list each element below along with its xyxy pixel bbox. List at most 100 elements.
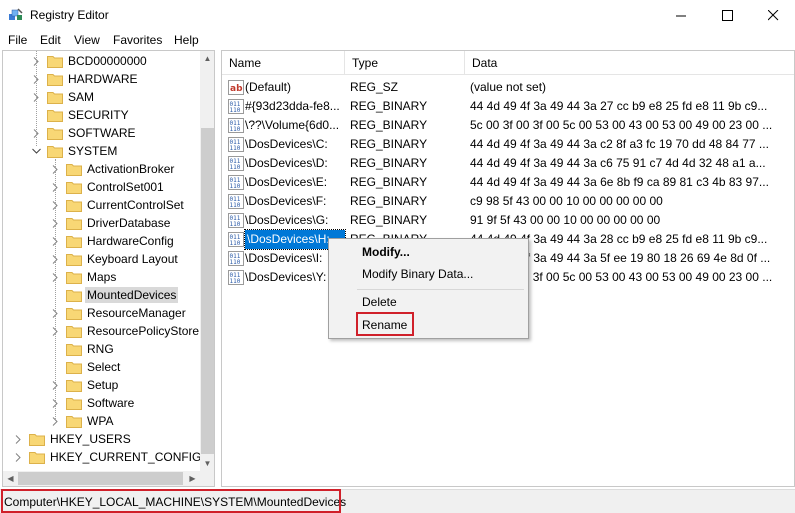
- tree-item[interactable]: WPA: [50, 412, 115, 430]
- value-type: REG_BINARY: [350, 175, 428, 189]
- tree-item[interactable]: HardwareConfig: [50, 232, 176, 250]
- svg-text:110: 110: [230, 202, 241, 209]
- folder-icon: [66, 181, 82, 194]
- tree-item-label: RNG: [87, 342, 114, 356]
- rename-highlight-box: [356, 312, 414, 336]
- folder-icon: [47, 73, 63, 86]
- context-menu-delete[interactable]: Delete: [362, 292, 397, 312]
- value-row[interactable]: 011 110 #{93d23dda-fe8... REG_BINARY 44 4d 4…: [222, 97, 794, 116]
- folder-icon: [47, 55, 63, 68]
- menu-view[interactable]: View: [74, 33, 100, 47]
- tree-item-label: Select: [87, 360, 121, 374]
- tree-item[interactable]: HKEY_USERS: [13, 430, 133, 448]
- binary-value-icon: 011110: [228, 213, 244, 228]
- tree-vertical-scrollbar[interactable]: ▲ ▼: [200, 51, 214, 471]
- folder-icon: [47, 145, 63, 158]
- tree-item[interactable]: ResourcePolicyStore: [50, 322, 201, 340]
- value-name: \DosDevices\D:: [245, 156, 328, 170]
- scroll-left-arrow-icon[interactable]: ◀: [3, 471, 18, 486]
- tree-item[interactable]: ControlSet001: [50, 178, 166, 196]
- column-header-type[interactable]: Type: [345, 51, 465, 75]
- tree-item-label: DriverDatabase: [87, 216, 171, 230]
- binary-value-icon: 011110: [228, 99, 244, 114]
- tree-item[interactable]: ActivationBroker: [50, 160, 176, 178]
- value-row[interactable]: 011 110 \DosDevices\E: REG_BINARY 44 4d 49 4…: [222, 173, 794, 192]
- tree-item[interactable]: HKEY_CURRENT_CONFIG: [13, 448, 203, 466]
- value-name: \DosDevices\F:: [245, 194, 327, 208]
- tree-item-label: Keyboard Layout: [87, 252, 178, 266]
- value-row[interactable]: ab (Default) REG_SZ (value not set): [222, 78, 794, 97]
- folder-icon: [47, 91, 63, 104]
- tree-item[interactable]: HARDWARE: [31, 70, 140, 88]
- menu-favorites[interactable]: Favorites: [113, 33, 162, 47]
- tree-item-label: WPA: [87, 414, 114, 428]
- tree-item-label: Software: [87, 396, 135, 410]
- tree-item-label: SOFTWARE: [68, 126, 136, 140]
- key-tree-pane[interactable]: HKEY_CURRENT_CONFIG HKEY_USERS WPA Software…: [2, 50, 215, 487]
- tree-item[interactable]: CurrentControlSet: [50, 196, 186, 214]
- svg-text:110: 110: [230, 259, 241, 266]
- close-button[interactable]: [750, 0, 795, 30]
- binary-value-icon: 011110: [228, 232, 244, 247]
- tree-item[interactable]: MountedDevices: [50, 286, 179, 304]
- binary-value-icon: 011110: [228, 251, 244, 266]
- folder-icon: [66, 235, 82, 248]
- value-data: 91 9f 5f 43 00 00 10 00 00 00 00 00: [470, 213, 661, 227]
- column-header-name[interactable]: Name: [222, 51, 345, 75]
- scroll-corner: [200, 471, 214, 486]
- tree-item[interactable]: RNG: [50, 340, 116, 358]
- value-row[interactable]: 011 110 \??\Volume{6d0... REG_BINARY 5c 00 3…: [222, 116, 794, 135]
- tree-item[interactable]: Setup: [50, 376, 120, 394]
- value-row[interactable]: 011 110 \DosDevices\C: REG_BINARY 44 4d 49 4…: [222, 135, 794, 154]
- tree-item[interactable]: Software: [50, 394, 136, 412]
- value-data: 44 4d 49 4f 3a 49 44 3a 6e 8b f9 ca 89 8…: [470, 175, 769, 189]
- scroll-up-arrow-icon[interactable]: ▲: [200, 51, 214, 66]
- scroll-down-arrow-icon[interactable]: ▼: [200, 456, 214, 471]
- tree-item[interactable]: SOFTWARE: [31, 124, 138, 142]
- value-row[interactable]: 011 110 \DosDevices\F: REG_BINARY c9 98 5f 4…: [222, 192, 794, 211]
- value-row[interactable]: 011 110 \DosDevices\G: REG_BINARY 91 9f 5f 4…: [222, 211, 794, 230]
- context-menu-modify[interactable]: Modify...: [362, 242, 410, 262]
- menu-file[interactable]: File: [8, 33, 27, 47]
- tree-item-label: CurrentControlSet: [87, 198, 184, 212]
- value-data: c9 98 5f 43 00 00 10 00 00 00 00 00: [470, 194, 663, 208]
- tree-horizontal-scroll-thumb[interactable]: [18, 472, 183, 485]
- minimize-button[interactable]: [658, 0, 704, 30]
- tree-vertical-scroll-thumb[interactable]: [201, 128, 214, 454]
- menu-edit[interactable]: Edit: [40, 33, 61, 47]
- folder-icon: [66, 163, 82, 176]
- maximize-button[interactable]: [704, 0, 750, 30]
- value-name: (Default): [245, 80, 292, 94]
- expand-arrow-icon[interactable]: [13, 430, 23, 448]
- tree-item[interactable]: DriverDatabase: [50, 214, 172, 232]
- folder-icon: [29, 451, 45, 464]
- value-data: 44 4d 49 4f 3a 49 44 3a c6 75 91 c7 4d 4…: [470, 156, 766, 170]
- svg-text:110: 110: [230, 183, 241, 190]
- folder-icon: [66, 253, 82, 266]
- tree-item[interactable]: Keyboard Layout: [50, 250, 180, 268]
- window-title: Registry Editor: [30, 8, 109, 22]
- svg-text:110: 110: [230, 278, 241, 285]
- tree-item[interactable]: SYSTEM: [31, 142, 119, 160]
- value-name: \DosDevices\E:: [245, 175, 328, 189]
- tree-item[interactable]: BCD00000000: [31, 52, 149, 70]
- column-header-data[interactable]: Data: [465, 51, 794, 75]
- tree-item[interactable]: Select: [50, 358, 122, 376]
- registry-editor-icon: [9, 8, 23, 20]
- tree-horizontal-scrollbar[interactable]: ◀ ▶: [3, 471, 200, 486]
- minimize-icon: [675, 15, 686, 16]
- value-data: 44 4d 49 4f 3a 49 44 3a 27 cc b9 e8 25 f…: [470, 99, 768, 113]
- binary-value-icon: 011110: [228, 118, 244, 133]
- value-row[interactable]: 011 110 \DosDevices\D: REG_BINARY 44 4d 49 4…: [222, 154, 794, 173]
- tree-item[interactable]: Maps: [50, 268, 118, 286]
- context-menu-modify-binary-data[interactable]: Modify Binary Data...: [362, 264, 473, 284]
- tree-item[interactable]: SECURITY: [31, 106, 131, 124]
- scroll-right-arrow-icon[interactable]: ▶: [185, 471, 200, 486]
- tree-item[interactable]: SAM: [31, 88, 96, 106]
- value-type: REG_BINARY: [350, 194, 428, 208]
- tree-item[interactable]: ResourceManager: [50, 304, 188, 322]
- value-data: 5c 00 3f 00 3f 00 5c 00 53 00 43 00 53 0…: [470, 118, 773, 132]
- folder-icon: [66, 343, 82, 356]
- menu-help[interactable]: Help: [174, 33, 199, 47]
- expand-arrow-icon[interactable]: [13, 448, 23, 466]
